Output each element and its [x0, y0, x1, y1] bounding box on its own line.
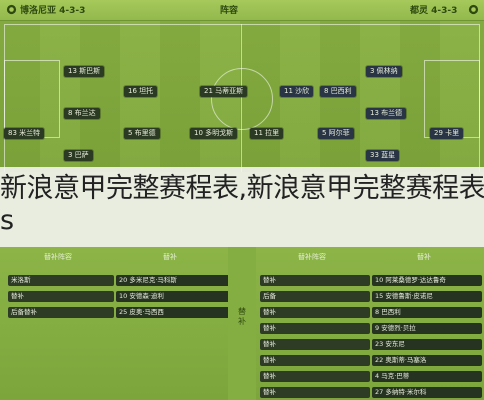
- column-header: 替补阵容: [44, 253, 72, 261]
- column-header: 替补: [417, 253, 431, 261]
- bench-chip[interactable]: 替补: [260, 307, 370, 318]
- center-circle: [211, 68, 273, 130]
- player-chip[interactable]: 13 斯巴斯: [64, 66, 105, 77]
- player-chip[interactable]: 3 佩林纳: [366, 66, 402, 77]
- lineup-header: 博洛尼亚 4-3-3 阵容 都灵 4-3-3: [0, 0, 484, 21]
- player-chip[interactable]: 16 坦托: [124, 86, 158, 97]
- player-chip[interactable]: 8 巴西利: [320, 86, 356, 97]
- left-bench-col-2: 替补 20 多米尼克·马科斯 10 安德森·迪利 25 皮奥·马西西: [112, 247, 230, 400]
- bench-chip[interactable]: 9 安德烈·贝拉: [372, 323, 482, 334]
- bench-chip[interactable]: 15 安德鲁斯·皮诺尼: [372, 291, 482, 302]
- player-chip[interactable]: 83 米兰特: [4, 128, 45, 139]
- bench-chip[interactable]: 替补: [260, 339, 370, 350]
- center-title: 阵容: [220, 6, 239, 16]
- left-bench-col-1: 替补阵容 米洛斯 替补 后备替补: [4, 247, 114, 400]
- bench-chip[interactable]: 替补: [260, 371, 370, 382]
- player-chip[interactable]: 3 巴萨: [64, 150, 93, 161]
- bench-chip[interactable]: 4 马克·巴蒂: [372, 371, 482, 382]
- player-chip[interactable]: 11 沙欣: [280, 86, 314, 97]
- player-chip[interactable]: 11 拉里: [250, 128, 284, 139]
- bench-chip[interactable]: 27 多纳特·米尔科: [372, 387, 482, 398]
- bench-chip[interactable]: 20 多米尼克·马科斯: [116, 275, 230, 286]
- player-chip[interactable]: 21 马蒂亚斯: [200, 86, 248, 97]
- bench-chip[interactable]: 替补: [260, 323, 370, 334]
- bench-section: 替补阵容 米洛斯 替补 后备替补 替补 20 多米尼克·马科斯 10 安德森·迪…: [0, 247, 484, 400]
- right-penalty-box: [424, 60, 480, 138]
- bench-chip[interactable]: 10 阿莱桑德罗·达达鲁奇: [372, 275, 482, 286]
- bench-chip[interactable]: 后备: [260, 291, 370, 302]
- title-line-2: s: [0, 205, 14, 236]
- player-chip[interactable]: 29 卡里: [430, 128, 464, 139]
- bench-chip[interactable]: 米洛斯: [8, 275, 114, 286]
- bench-chip[interactable]: 8 巴西利: [372, 307, 482, 318]
- bench-chip[interactable]: 替补: [260, 275, 370, 286]
- bench-chip[interactable]: 23 安东尼: [372, 339, 482, 350]
- bench-divider-label: 替补: [238, 307, 246, 326]
- column-header: 替补: [163, 253, 177, 261]
- bench-chip[interactable]: 替补: [260, 387, 370, 398]
- bench-chip[interactable]: 替补: [8, 291, 114, 302]
- player-chip[interactable]: 5 布里德: [124, 128, 160, 139]
- bench-chip[interactable]: 22 奥斯蒂·马塞洛: [372, 355, 482, 366]
- team-crest-icon: [6, 4, 17, 15]
- pitch-lineup: 博洛尼亚 4-3-3 阵容 都灵 4-3-3 13 斯巴斯 16 坦托 8 布兰…: [0, 0, 484, 172]
- player-chip[interactable]: 33 蓝星: [366, 150, 400, 161]
- left-team-title: 博洛尼亚 4-3-3: [20, 6, 86, 16]
- left-penalty-box: [4, 60, 60, 138]
- player-chip[interactable]: 13 布兰德: [366, 108, 407, 119]
- bench-chip[interactable]: 10 安德森·迪利: [116, 291, 230, 302]
- right-bench-col-2: 替补 10 阿莱桑德罗·达达鲁奇 15 安德鲁斯·皮诺尼 8 巴西利 9 安德烈…: [368, 247, 482, 400]
- column-header: 替补阵容: [298, 253, 326, 261]
- title-overlay: 新浪意甲完整赛程表,新浪意甲完整赛程表d s: [0, 167, 484, 247]
- right-bench-col-1: 替补阵容 替补 后备 替补 替补 替补 替补 替补 替补: [256, 247, 370, 400]
- player-chip[interactable]: 5 阿尔菲: [318, 128, 354, 139]
- team-crest-icon: [468, 4, 479, 15]
- title-line-1: 新浪意甲完整赛程表,新浪意甲完整赛程表d: [0, 173, 484, 204]
- bench-divider: 替补: [228, 247, 256, 400]
- player-chip[interactable]: 8 布兰达: [64, 108, 100, 119]
- player-chip[interactable]: 10 多明戈斯: [190, 128, 238, 139]
- bench-chip[interactable]: 后备替补: [8, 307, 114, 318]
- bench-chip[interactable]: 替补: [260, 355, 370, 366]
- bench-chip[interactable]: 25 皮奥·马西西: [116, 307, 230, 318]
- right-team-title: 都灵 4-3-3: [410, 6, 458, 16]
- page-title: 新浪意甲完整赛程表,新浪意甲完整赛程表d s: [0, 173, 484, 241]
